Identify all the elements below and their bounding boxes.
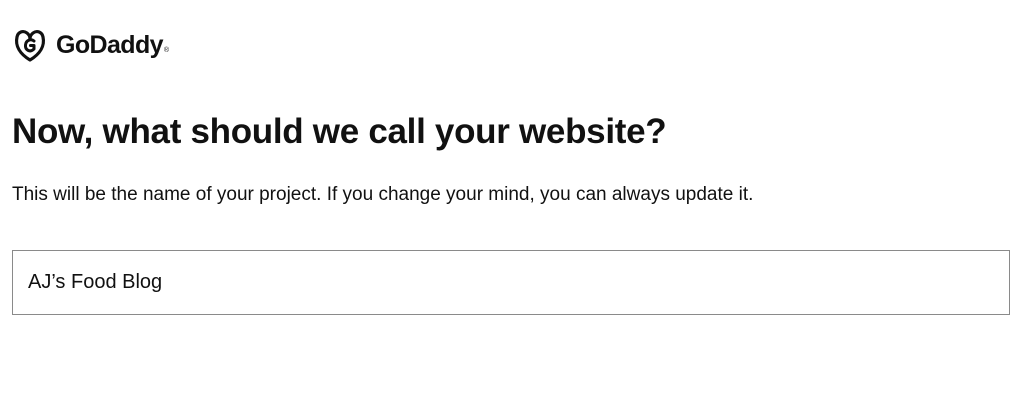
page: GoDaddy® Now, what should we call your w…	[0, 0, 1024, 418]
brand-name: GoDaddy®	[56, 31, 169, 59]
trademark-symbol: ®	[163, 47, 169, 54]
page-title: Now, what should we call your website?	[12, 112, 667, 151]
godaddy-logo[interactable]: GoDaddy®	[12, 27, 169, 63]
page-subtitle: This will be the name of your project. I…	[12, 184, 754, 205]
website-name-input[interactable]	[12, 250, 1010, 315]
godaddy-logo-icon	[14, 30, 46, 62]
